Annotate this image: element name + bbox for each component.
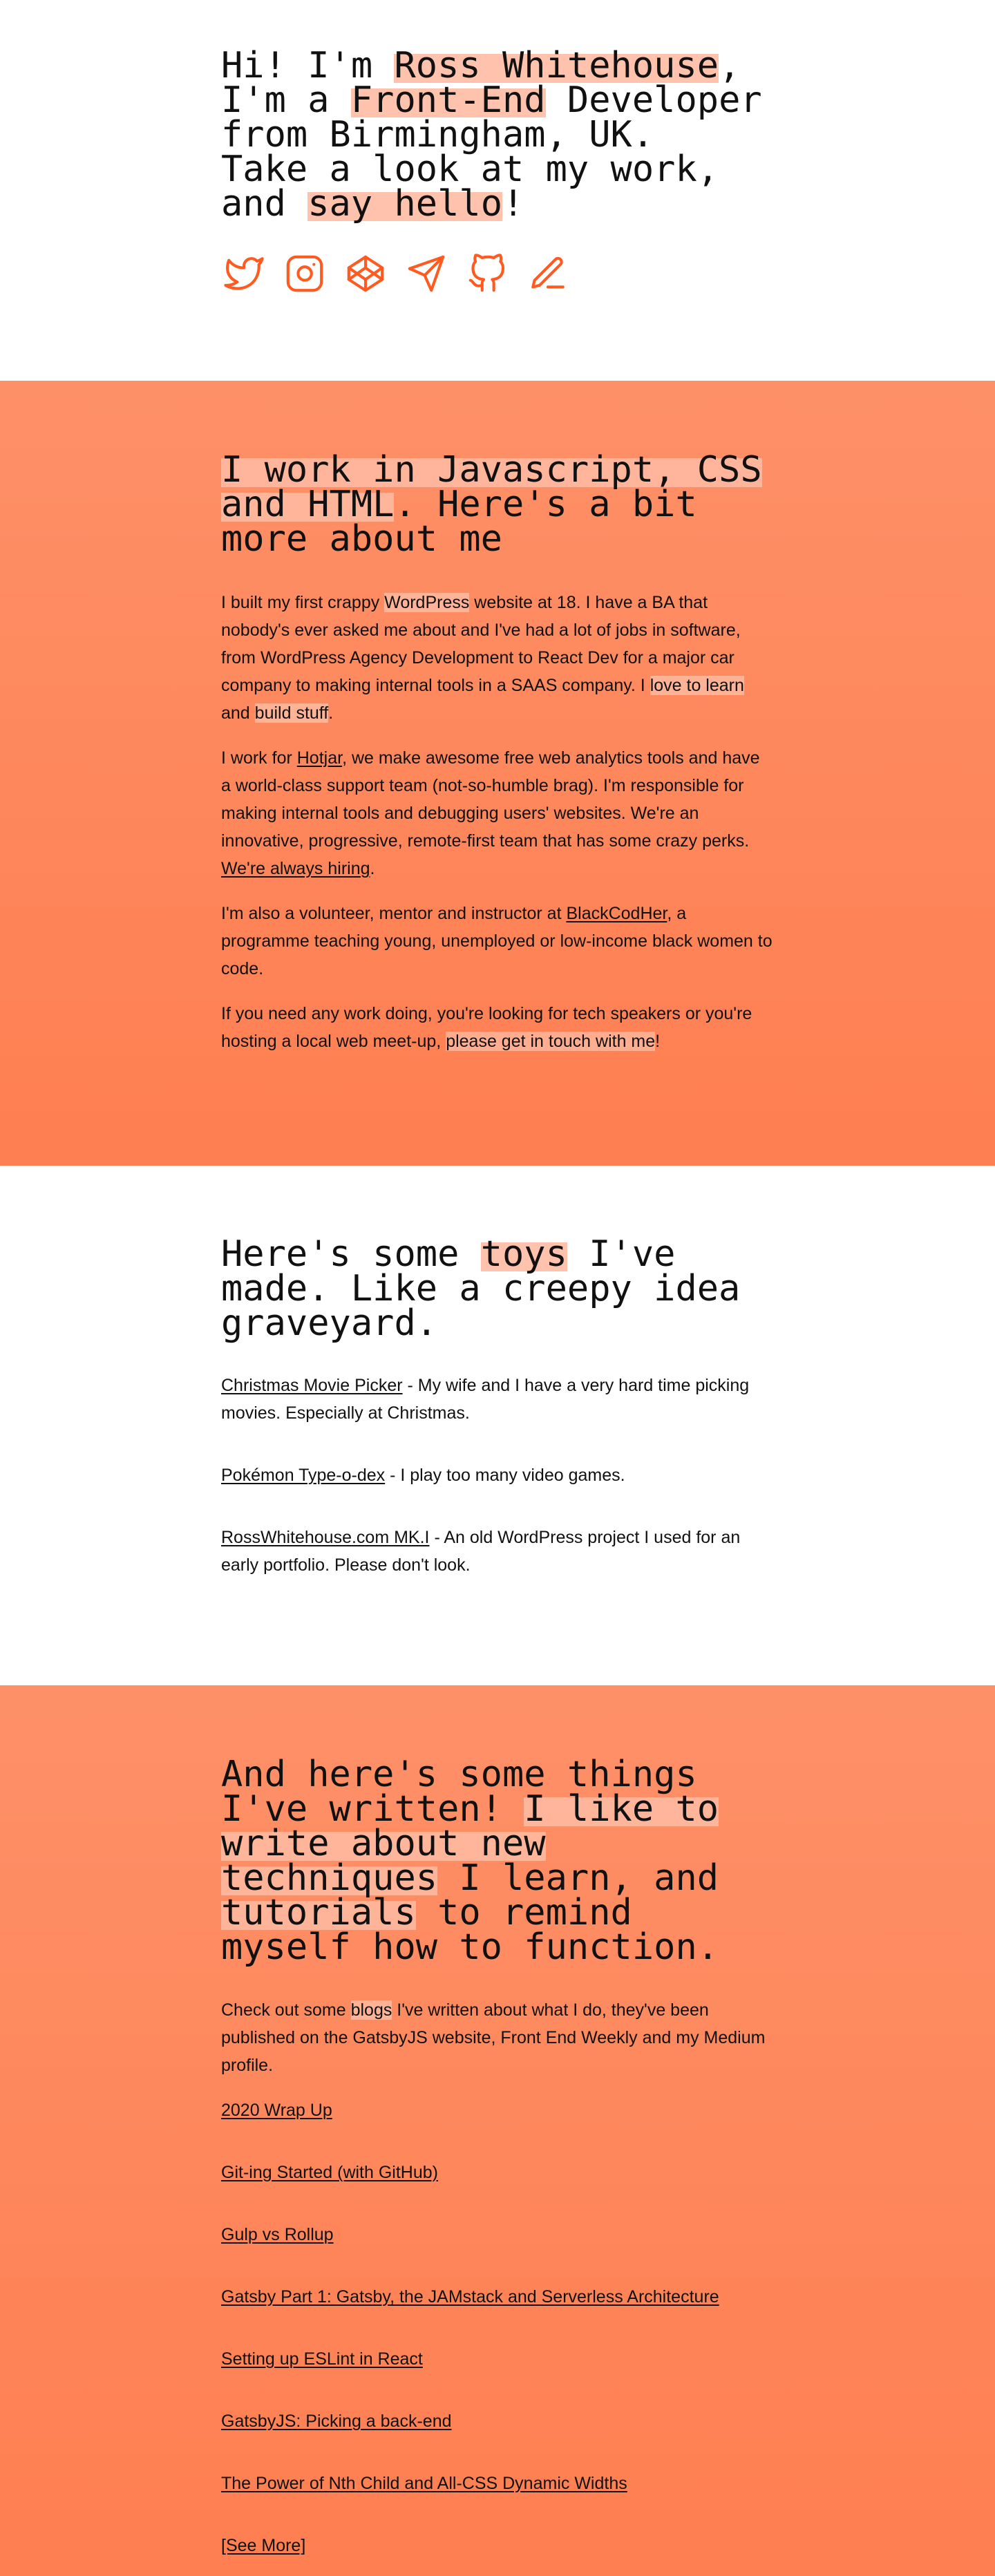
pen-icon[interactable] [528, 254, 568, 294]
toys-heading: Here's some toys I've made. Like a creep… [221, 1233, 774, 1341]
wordpress-text: WordPress [384, 593, 470, 612]
list-item: [See More] [221, 2532, 774, 2559]
post-link[interactable]: Gulp vs Rollup [221, 2225, 334, 2244]
about-p1-end: . [328, 703, 334, 723]
exclaim-text: ! [502, 183, 524, 225]
about-paragraph-4: If you need any work doing, you're looki… [221, 1000, 774, 1055]
blogs-text: blogs [350, 2000, 392, 2020]
list-item: Git-ing Started (with GitHub) [221, 2159, 774, 2186]
post-link[interactable]: Gatsby Part 1: Gatsby, the JAMstack and … [221, 2287, 719, 2307]
send-icon[interactable] [406, 254, 446, 294]
writing-intro-text: Check out some [221, 2000, 351, 2020]
list-item: The Power of Nth Child and All-CSS Dynam… [221, 2470, 774, 2497]
writing-intro: Check out some blogs I've written about … [221, 1996, 774, 2079]
post-link[interactable]: 2020 Wrap Up [221, 2101, 332, 2120]
see-more-link[interactable]: [See More] [221, 2536, 305, 2555]
toy-description: - I play too many video games. [385, 1466, 625, 1485]
about-section: I work in Javascript, CSS and HTML. Here'… [0, 381, 995, 1166]
list-item: GatsbyJS: Picking a back-end [221, 2407, 774, 2435]
say-hello-link[interactable]: say hello [307, 183, 502, 225]
post-link[interactable]: Setting up ESLint in React [221, 2349, 423, 2369]
post-link[interactable]: Git-ing Started (with GitHub) [221, 2163, 438, 2182]
post-list: 2020 Wrap Up Git-ing Started (with GitHu… [221, 2096, 774, 2559]
writing-heading: And here's some things I've written! I l… [221, 1756, 774, 1965]
toy-item: RossWhitehouse.com MK.I - An old WordPre… [221, 1524, 774, 1579]
about-paragraph-3: I'm also a volunteer, mentor and instruc… [221, 900, 774, 983]
and-text: and [221, 183, 308, 225]
codepen-icon[interactable] [345, 254, 386, 294]
get-in-touch-link[interactable]: please get in touch with me [446, 1032, 656, 1051]
toys-section: Here's some toys I've made. Like a creep… [0, 1166, 995, 1685]
blackcodher-link[interactable]: BlackCodHer [566, 904, 667, 923]
hotjar-link[interactable]: Hotjar [297, 748, 342, 768]
list-item: 2020 Wrap Up [221, 2096, 774, 2124]
about-p1-and: and [221, 703, 255, 723]
hiring-link[interactable]: We're always hiring [221, 859, 370, 878]
about-paragraph-2: I work for Hotjar, we make awesome free … [221, 744, 774, 882]
christmas-movie-picker-link[interactable]: Christmas Movie Picker [221, 1376, 403, 1395]
about-p2-end: . [370, 859, 375, 878]
old-portfolio-link[interactable]: RossWhitehouse.com MK.I [221, 1528, 430, 1547]
about-p4-end: ! [655, 1032, 661, 1051]
about-p3-text: I'm also a volunteer, mentor and instruc… [221, 904, 567, 923]
post-link[interactable]: The Power of Nth Child and All-CSS Dynam… [221, 2474, 627, 2493]
toy-item: Christmas Movie Picker - My wife and I h… [221, 1372, 774, 1427]
hero-heading: Hi! I'm Ross Whitehouse, I'm a Front-End … [221, 45, 774, 225]
twitter-icon[interactable] [224, 254, 264, 294]
list-item: Gulp vs Rollup [221, 2221, 774, 2248]
about-heading: I work in Javascript, CSS and HTML. Here'… [221, 449, 774, 557]
github-icon[interactable] [467, 254, 507, 294]
writing-section: And here's some things I've written! I l… [0, 1685, 995, 2576]
toy-item: Pokémon Type-o-dex - I play too many vid… [221, 1461, 774, 1489]
list-item: Gatsby Part 1: Gatsby, the JAMstack and … [221, 2283, 774, 2311]
social-links [224, 254, 774, 294]
about-p1-text: I built my first crappy [221, 593, 385, 612]
hero-section: Hi! I'm Ross Whitehouse, I'm a Front-End … [0, 0, 995, 381]
about-p2-text: I work for [221, 748, 297, 768]
love-to-learn-text: love to learn [650, 676, 744, 695]
instagram-icon[interactable] [285, 254, 325, 294]
build-stuff-text: build stuff [254, 703, 329, 723]
post-link[interactable]: GatsbyJS: Picking a back-end [221, 2412, 452, 2431]
about-paragraph-1: I built my first crappy WordPress websit… [221, 589, 774, 727]
list-item: Setting up ESLint in React [221, 2345, 774, 2373]
pokemon-typedex-link[interactable]: Pokémon Type-o-dex [221, 1466, 385, 1485]
